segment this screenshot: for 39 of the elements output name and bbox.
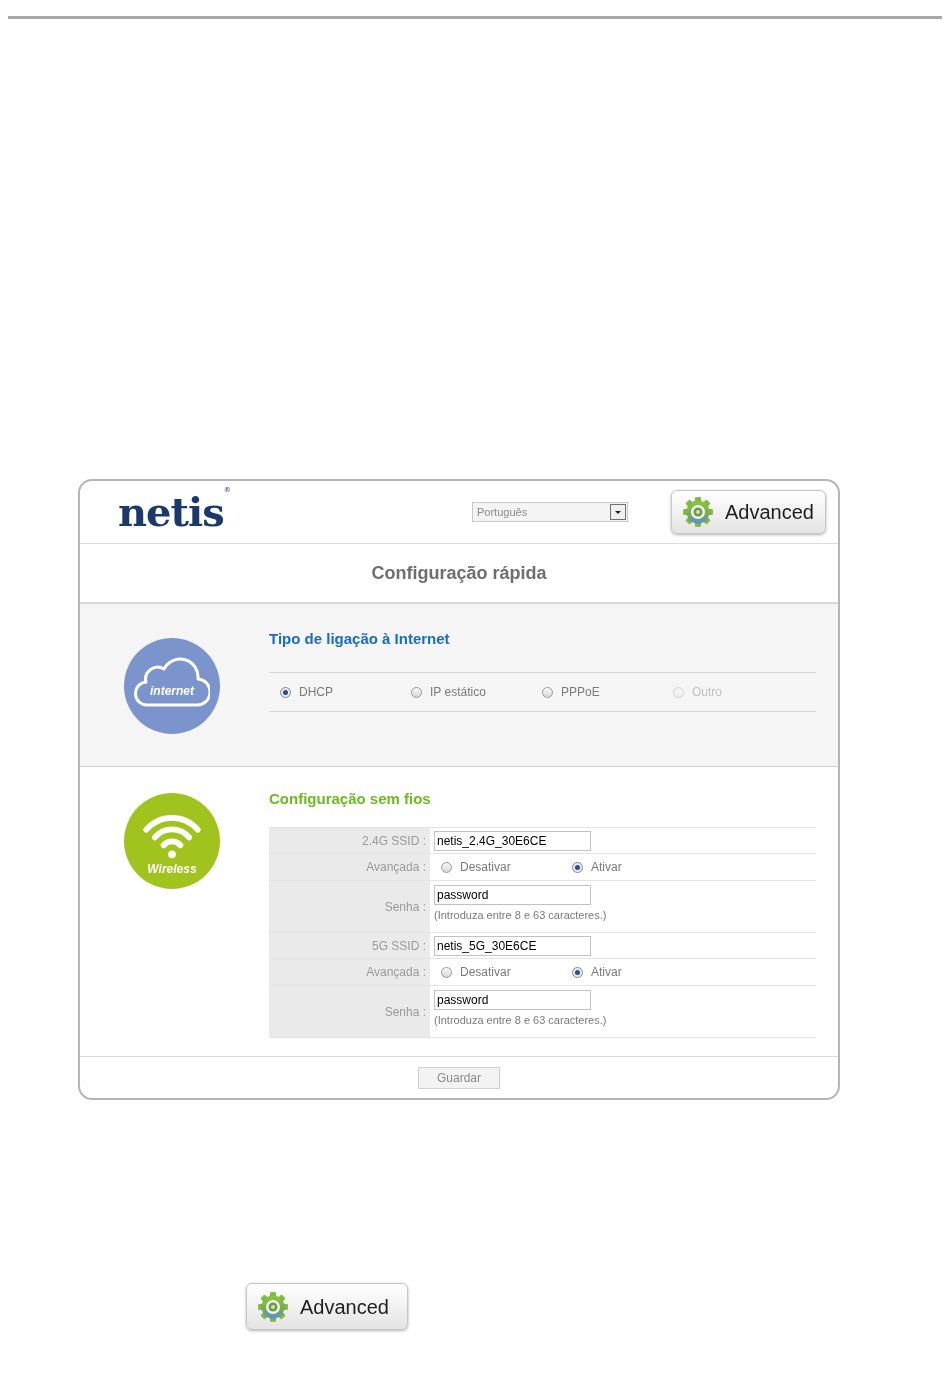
advanced-button[interactable]: Advanced <box>246 1283 408 1330</box>
badge-label: internet <box>149 684 196 698</box>
option-label[interactable]: Desativar <box>460 858 511 876</box>
radio-button[interactable] <box>542 686 553 698</box>
advanced-button[interactable]: Advanced <box>671 490 826 534</box>
radio-button[interactable] <box>572 966 583 978</box>
radio-button[interactable] <box>572 861 583 873</box>
field-label: Avançada : <box>269 854 430 880</box>
gear-icon <box>257 1290 289 1323</box>
radio-button[interactable] <box>411 686 422 698</box>
option-label[interactable]: Ativar <box>591 858 622 876</box>
option-label[interactable]: Ativar <box>591 963 622 981</box>
field-label: Senha : <box>269 986 430 1037</box>
password-field[interactable]: password <box>434 885 591 905</box>
radio-button[interactable] <box>441 861 452 873</box>
badge-label: Wireless <box>146 862 198 876</box>
hint-text: (Introduza entre 8 e 63 caracteres.) <box>434 908 607 922</box>
radio-button[interactable] <box>441 966 452 978</box>
field-label: 5G SSID : <box>269 933 430 958</box>
password-field[interactable]: password <box>434 990 591 1010</box>
option-label[interactable]: DHCP <box>299 683 333 701</box>
hint-text: (Introduza entre 8 e 63 caracteres.) <box>434 1013 607 1027</box>
cloud-icon <box>134 655 210 708</box>
section-title: Configuração sem fios <box>269 789 432 809</box>
option-label[interactable]: PPPoE <box>561 683 600 701</box>
radio-button[interactable] <box>280 686 291 698</box>
option-label[interactable]: IP estático <box>430 683 486 701</box>
field-label: 2.4G SSID : <box>269 828 430 853</box>
gear-icon <box>682 496 714 528</box>
language-select[interactable]: Português <box>472 502 628 522</box>
section-title: Tipo de ligação à Internet <box>269 629 451 649</box>
brand-logo: netis$^{®}$ <box>118 488 230 536</box>
option-label[interactable]: Desativar <box>460 963 511 981</box>
field-label: Senha : <box>269 881 430 932</box>
text-field[interactable]: netis_5G_30E6CE <box>434 935 591 956</box>
field-label: Avançada : <box>269 959 430 985</box>
page-title: Configuração rápida <box>371 561 547 585</box>
save-button[interactable]: Guardar <box>418 1066 500 1089</box>
text-field[interactable]: netis_2.4G_30E6CE <box>434 830 591 851</box>
